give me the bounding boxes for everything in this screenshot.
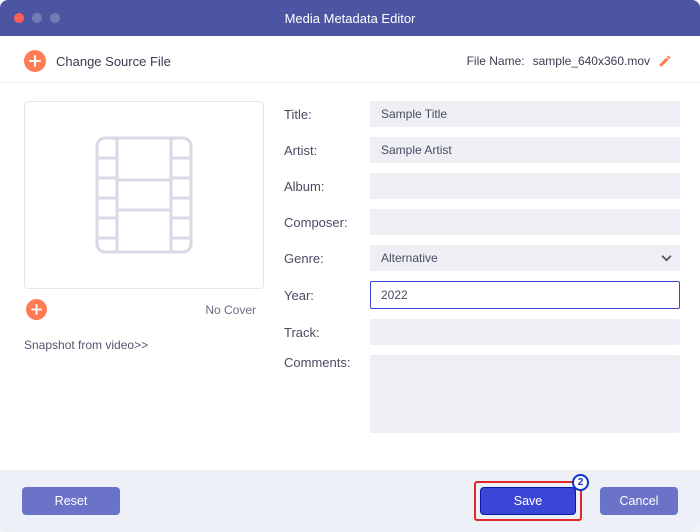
footer-bar: Reset Save 2 Cancel xyxy=(0,470,700,532)
add-icon xyxy=(24,50,46,72)
content-area: No Cover Snapshot from video>> Title: Ar… xyxy=(0,83,700,470)
minimize-window-button[interactable] xyxy=(32,13,42,23)
change-source-label: Change Source File xyxy=(56,54,171,69)
track-label: Track: xyxy=(284,325,358,340)
year-label: Year: xyxy=(284,288,358,303)
file-name-value: sample_640x360.mov xyxy=(533,54,650,68)
reset-button[interactable]: Reset xyxy=(22,487,120,515)
maximize-window-button[interactable] xyxy=(50,13,60,23)
add-cover-button[interactable] xyxy=(26,299,47,320)
title-input[interactable] xyxy=(370,101,680,127)
app-window: Media Metadata Editor Change Source File… xyxy=(0,0,700,532)
comments-label: Comments: xyxy=(284,355,358,370)
composer-input[interactable] xyxy=(370,209,680,235)
genre-select[interactable] xyxy=(370,245,680,271)
genre-value[interactable] xyxy=(370,245,680,271)
album-label: Album: xyxy=(284,179,358,194)
annotation-badge: 2 xyxy=(572,474,589,491)
cover-add-row: No Cover xyxy=(24,289,264,320)
artist-input[interactable] xyxy=(370,137,680,163)
film-strip-icon xyxy=(89,130,199,260)
header-row: Change Source File File Name: sample_640… xyxy=(0,36,700,83)
genre-label: Genre: xyxy=(284,251,358,266)
album-input[interactable] xyxy=(370,173,680,199)
comments-input[interactable] xyxy=(370,355,680,433)
window-controls xyxy=(14,13,60,23)
cover-column: No Cover Snapshot from video>> xyxy=(24,101,264,470)
edit-filename-icon[interactable] xyxy=(658,54,672,68)
change-source-file[interactable]: Change Source File xyxy=(24,50,171,72)
file-name-block: File Name: sample_640x360.mov xyxy=(467,54,672,68)
window-title: Media Metadata Editor xyxy=(0,11,700,26)
titlebar: Media Metadata Editor xyxy=(0,0,700,36)
snapshot-from-video-link[interactable]: Snapshot from video>> xyxy=(24,338,264,352)
composer-label: Composer: xyxy=(284,215,358,230)
track-input[interactable] xyxy=(370,319,680,345)
cancel-button[interactable]: Cancel xyxy=(600,487,678,515)
save-highlight-annotation: Save 2 xyxy=(474,481,582,521)
title-label: Title: xyxy=(284,107,358,122)
cover-preview[interactable] xyxy=(24,101,264,289)
close-window-button[interactable] xyxy=(14,13,24,23)
metadata-form: Title: Artist: Album: Composer: Genre: xyxy=(284,101,680,470)
no-cover-label: No Cover xyxy=(205,303,256,317)
file-name-label: File Name: xyxy=(467,54,525,68)
save-button[interactable]: Save xyxy=(480,487,576,515)
artist-label: Artist: xyxy=(284,143,358,158)
year-input[interactable] xyxy=(370,281,680,309)
